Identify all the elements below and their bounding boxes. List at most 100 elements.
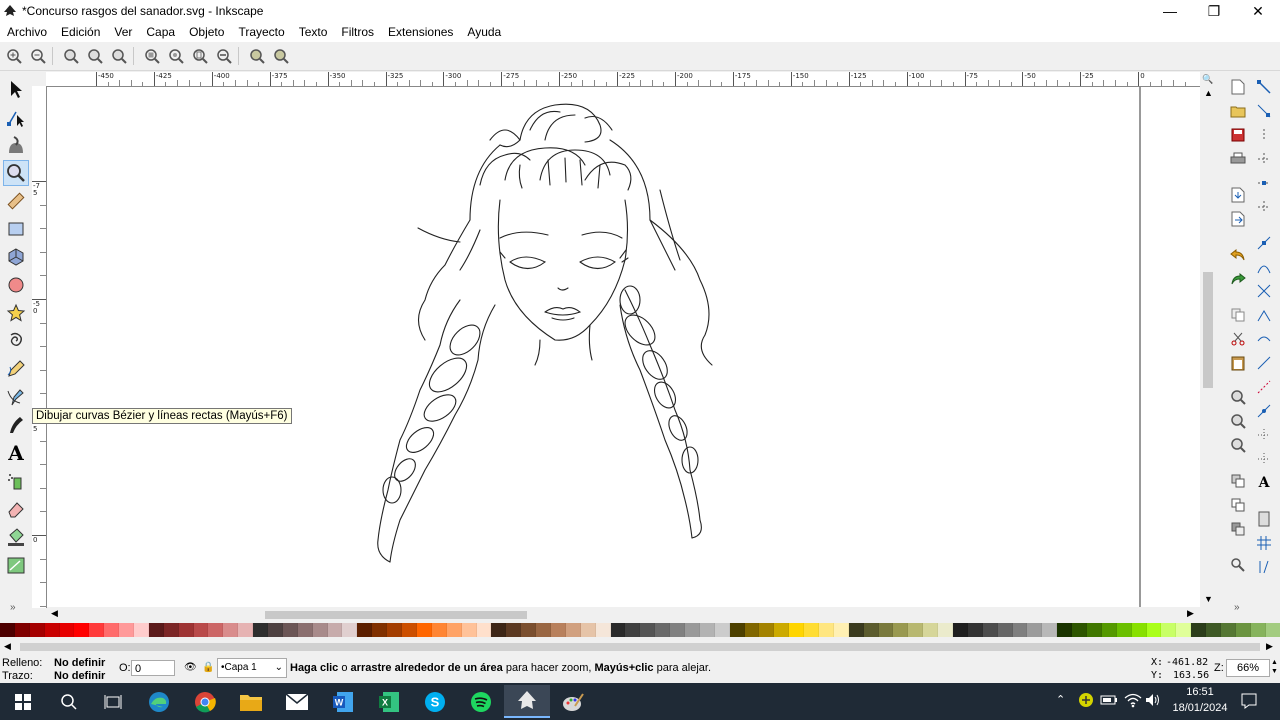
palette-swatch[interactable]: [923, 623, 939, 637]
spray-tool-icon[interactable]: [3, 468, 29, 494]
snap-rotation-center-icon[interactable]: [1255, 402, 1273, 420]
wifi-icon[interactable]: [1124, 692, 1142, 711]
star-tool-icon[interactable]: [3, 300, 29, 326]
palette-swatch[interactable]: [402, 623, 417, 637]
palette-swatch[interactable]: [1221, 623, 1236, 637]
snap-page-border-icon[interactable]: [1255, 450, 1273, 468]
snap-cusp-icon[interactable]: [1255, 306, 1273, 324]
menu-edicion[interactable]: Edición: [54, 25, 107, 39]
palette-swatch[interactable]: [759, 623, 775, 637]
notifications-icon[interactable]: [1240, 692, 1258, 713]
palette-swatch[interactable]: [506, 623, 522, 637]
palette-swatch[interactable]: [0, 623, 15, 637]
palette-scroll-left[interactable]: ◀: [4, 641, 11, 652]
snap-bbox-corner-icon[interactable]: [1255, 150, 1273, 168]
palette-swatch[interactable]: [1206, 623, 1222, 637]
bezier-pen-tool-icon[interactable]: [3, 384, 29, 410]
zoom-drawing-right-icon[interactable]: [1229, 412, 1247, 430]
edge-browser-icon[interactable]: [136, 685, 182, 718]
measure-tool-icon[interactable]: [3, 188, 29, 214]
palette-swatch[interactable]: [625, 623, 641, 637]
inkscape-taskbar-icon[interactable]: [504, 685, 550, 718]
snap-grid-icon[interactable]: [1255, 534, 1273, 552]
palette-swatch[interactable]: [253, 623, 269, 637]
palette-swatch[interactable]: [878, 623, 894, 637]
menu-trayecto[interactable]: Trayecto: [231, 25, 291, 39]
stroke-value[interactable]: No definir: [54, 670, 105, 682]
palette-swatch[interactable]: [134, 623, 149, 637]
save-icon[interactable]: [1229, 126, 1247, 144]
fill-value[interactable]: No definir: [54, 657, 105, 669]
toolbox-overflow-icon[interactable]: »: [10, 602, 16, 613]
zoom-1-1-icon[interactable]: [61, 46, 81, 66]
palette-swatch[interactable]: [1265, 623, 1280, 637]
palette-swatch[interactable]: [610, 623, 626, 637]
snap-paths-icon[interactable]: [1255, 258, 1273, 276]
palette-swatch[interactable]: [29, 623, 45, 637]
palette-swatch[interactable]: [1131, 623, 1147, 637]
palette-swatch[interactable]: [804, 623, 819, 637]
skype-icon[interactable]: S: [412, 685, 458, 718]
circle-tool-icon[interactable]: [3, 272, 29, 298]
horizontal-scroll-thumb[interactable]: [265, 611, 527, 619]
zoom-page-width-icon[interactable]: [214, 46, 234, 66]
palette-swatch[interactable]: [1012, 623, 1028, 637]
palette-swatch[interactable]: [1116, 623, 1132, 637]
palette-swatch[interactable]: [163, 623, 179, 637]
menu-texto[interactable]: Texto: [292, 25, 335, 39]
vertical-scroll-thumb[interactable]: [1203, 272, 1213, 388]
palette-swatch[interactable]: [342, 623, 358, 637]
palette-swatch[interactable]: [148, 623, 164, 637]
paint-app-icon[interactable]: [550, 685, 596, 718]
snap-enable-icon[interactable]: [1255, 78, 1273, 96]
layer-visibility-icon[interactable]: 👁: [184, 662, 197, 673]
import-icon[interactable]: [1229, 186, 1247, 204]
scroll-down-arrow[interactable]: ▼: [1204, 594, 1213, 604]
spiral-tool-icon[interactable]: [3, 328, 29, 354]
xml-editor-icon[interactable]: [1229, 556, 1247, 574]
palette-swatch[interactable]: [640, 623, 656, 637]
spotify-icon[interactable]: [458, 685, 504, 718]
new-document-icon[interactable]: [1229, 78, 1247, 96]
rectangle-tool-icon[interactable]: [3, 216, 29, 242]
palette-swatch[interactable]: [193, 623, 209, 637]
menu-filtros[interactable]: Filtros: [334, 25, 381, 39]
palette-swatch[interactable]: [268, 623, 283, 637]
palette-swatch[interactable]: [893, 623, 909, 637]
palette-swatch[interactable]: [953, 623, 968, 637]
task-view-icon[interactable]: [90, 685, 136, 718]
volume-icon[interactable]: [1144, 692, 1162, 711]
snap-text-baseline-icon[interactable]: [1255, 426, 1273, 444]
excel-icon[interactable]: X: [366, 685, 412, 718]
tray-app-icon[interactable]: [1078, 692, 1094, 711]
snap-nodes-icon[interactable]: [1255, 234, 1273, 252]
zoom-selection-right-icon[interactable]: [1229, 388, 1247, 406]
palette-swatch[interactable]: [580, 623, 596, 637]
menu-capa[interactable]: Capa: [139, 25, 182, 39]
palette-swatch[interactable]: [104, 623, 120, 637]
palette-swatch[interactable]: [833, 623, 849, 637]
palette-swatch[interactable]: [491, 623, 507, 637]
palette-swatch[interactable]: [59, 623, 75, 637]
search-icon[interactable]: [46, 685, 92, 718]
scroll-up-arrow[interactable]: ▲: [1204, 88, 1213, 98]
paint-bucket-tool-icon[interactable]: [3, 524, 29, 550]
snap-text-icon[interactable]: A: [1255, 474, 1273, 492]
palette-swatch[interactable]: [238, 623, 254, 637]
snap-page-icon[interactable]: [1255, 510, 1273, 528]
palette-swatch[interactable]: [744, 623, 760, 637]
palette-swatch[interactable]: [848, 623, 864, 637]
palette-swatch[interactable]: [446, 623, 462, 637]
clock-date[interactable]: 18/01/2024: [1170, 702, 1230, 714]
menu-objeto[interactable]: Objeto: [182, 25, 231, 39]
snap-bbox-midpoint-icon[interactable]: [1255, 174, 1273, 192]
palette-swatch[interactable]: [699, 623, 715, 637]
node-tool-icon[interactable]: [3, 104, 29, 130]
palette-swatch[interactable]: [1027, 623, 1043, 637]
palette-swatch[interactable]: [1087, 623, 1102, 637]
copy-icon[interactable]: [1229, 306, 1247, 324]
snap-smooth-icon[interactable]: [1255, 330, 1273, 348]
word-icon[interactable]: W: [320, 685, 366, 718]
opacity-input[interactable]: 0: [131, 660, 175, 676]
palette-swatch[interactable]: [536, 623, 551, 637]
